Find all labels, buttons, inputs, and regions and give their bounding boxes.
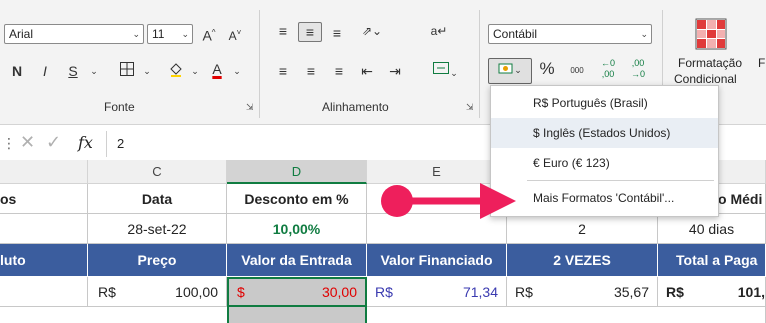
- chevron-down-icon: ⌄: [132, 29, 140, 39]
- align-left-button[interactable]: ≡: [272, 62, 294, 80]
- percent-button[interactable]: %: [536, 60, 558, 78]
- font-group-label: Fonte: [104, 100, 135, 114]
- cell-g3[interactable]: Total a Paga: [658, 244, 766, 277]
- currency-symbol: $: [237, 284, 245, 300]
- font-color-letter: A: [212, 61, 222, 77]
- align-right-button[interactable]: ≡: [328, 62, 350, 80]
- borders-button[interactable]: [112, 61, 142, 81]
- cell-value: 30,00: [321, 284, 357, 300]
- cell-c2[interactable]: 28-set-22: [88, 214, 227, 244]
- cell-c3[interactable]: Preço: [88, 244, 227, 277]
- conditional-formatting-button[interactable]: Formatação Condicional: [674, 18, 748, 88]
- cell-c4[interactable]: R$ 100,00: [88, 277, 227, 307]
- underline-dropdown-icon[interactable]: ⌄: [88, 62, 100, 80]
- cell-value: 100,00: [175, 284, 218, 300]
- alignment-dialog-launcher-icon[interactable]: ⇲: [466, 102, 474, 113]
- accounting-icon: [498, 63, 513, 74]
- cell-b3[interactable]: luto: [0, 244, 88, 277]
- currency-symbol: R$: [515, 284, 533, 300]
- decrease-indent-button[interactable]: ⇤: [356, 62, 378, 80]
- shrink-font-button[interactable]: A˅: [224, 24, 246, 45]
- number-format-value: Contábil: [493, 27, 538, 41]
- cell-b1[interactable]: os: [0, 184, 88, 214]
- cell-d3[interactable]: Valor da Entrada: [227, 244, 367, 277]
- merge-icon: [433, 62, 450, 74]
- cancel-icon[interactable]: ✕: [20, 132, 35, 153]
- cell-b2[interactable]: [0, 214, 88, 244]
- conditional-formatting-label-2: Condicional: [674, 72, 737, 86]
- bold-button[interactable]: N: [8, 62, 26, 80]
- fill-dropdown-icon[interactable]: ⌄: [190, 62, 200, 80]
- font-size-value: 11: [152, 27, 165, 41]
- next-ribbon-button-label[interactable]: F: [758, 56, 765, 70]
- thousands-separator-button[interactable]: 000: [564, 62, 590, 80]
- font-size-select[interactable]: 11 ⌄: [147, 24, 193, 44]
- align-bottom-button[interactable]: ≡: [328, 24, 346, 42]
- formula-value: 2: [117, 136, 125, 151]
- cell-f4[interactable]: R$ 35,67: [507, 277, 658, 307]
- cell-c1[interactable]: Data: [88, 184, 227, 214]
- wrap-text-button[interactable]: a↵: [426, 22, 452, 40]
- number-format-select[interactable]: Contábil ⌄: [488, 24, 652, 44]
- cell-b4[interactable]: [0, 277, 88, 307]
- menu-item-usd[interactable]: $ Inglês (Estados Unidos): [491, 118, 718, 148]
- chevron-down-icon: ⌄: [640, 29, 648, 39]
- font-name-value: Arial: [9, 27, 34, 41]
- increase-indent-button[interactable]: ⇥: [384, 62, 406, 80]
- cell-f3[interactable]: 2 VEZES: [507, 244, 658, 277]
- currency-symbol: R$: [666, 284, 684, 300]
- enter-icon[interactable]: ✓: [46, 132, 61, 153]
- cell-g4[interactable]: R$ 101,: [658, 277, 766, 307]
- menu-item-brl[interactable]: R$ Português (Brasil): [491, 88, 718, 118]
- cell-d2[interactable]: 10,00%: [227, 214, 367, 244]
- menu-separator: [527, 180, 714, 181]
- insert-function-icon[interactable]: fx: [78, 133, 93, 152]
- underline-button[interactable]: S: [64, 62, 82, 80]
- alignment-group-label: Alinhamento: [322, 100, 389, 114]
- cell-d4-selected[interactable]: $ 30,00: [227, 277, 367, 307]
- decrease-decimal-button[interactable]: ,00 →0: [626, 58, 650, 80]
- chevron-down-icon: ⌄: [181, 29, 189, 39]
- currency-symbol: R$: [375, 284, 393, 300]
- font-name-select[interactable]: Arial ⌄: [4, 24, 144, 44]
- formula-bar-grip: ⋮: [2, 135, 16, 151]
- divider: [479, 10, 480, 118]
- font-color-button[interactable]: A: [208, 60, 226, 78]
- cell-d1[interactable]: Desconto em %: [227, 184, 367, 214]
- orientation-button[interactable]: ⇗⌄: [358, 22, 386, 40]
- align-center-button[interactable]: ≡: [300, 62, 322, 80]
- column-header-c[interactable]: C: [88, 160, 227, 184]
- accounting-format-button[interactable]: ⌄: [488, 58, 532, 84]
- conditional-formatting-icon: [695, 18, 727, 50]
- column-header-b[interactable]: [0, 160, 88, 184]
- align-middle-button[interactable]: ≡: [298, 22, 322, 42]
- cell-d5-partial[interactable]: [227, 307, 367, 323]
- cell-g2[interactable]: 40 dias: [658, 214, 766, 244]
- cell-row5-partial[interactable]: [0, 307, 766, 323]
- borders-dropdown-icon[interactable]: ⌄: [142, 62, 152, 80]
- align-top-button[interactable]: ≡: [272, 22, 294, 40]
- paint-bucket-icon: [170, 63, 182, 77]
- currency-symbol: R$: [98, 284, 116, 300]
- annotation-arrow-icon: [381, 183, 516, 219]
- borders-icon: [120, 62, 134, 76]
- cell-value: 101,: [737, 284, 765, 300]
- italic-button[interactable]: I: [36, 62, 54, 80]
- column-header-d[interactable]: D: [227, 160, 367, 184]
- fill-color-button[interactable]: [165, 61, 187, 81]
- cell-value: 71,34: [462, 284, 498, 300]
- cell-e4[interactable]: R$ 71,34: [367, 277, 507, 307]
- grow-font-button[interactable]: A^: [198, 24, 220, 45]
- font-color-dropdown-icon[interactable]: ⌄: [232, 62, 242, 80]
- divider: [259, 10, 260, 118]
- increase-decimal-button[interactable]: ←0,00: [596, 58, 620, 80]
- font-dialog-launcher-icon[interactable]: ⇲: [246, 102, 254, 113]
- cell-e3[interactable]: Valor Financiado: [367, 244, 507, 277]
- merge-center-button[interactable]: ⌄: [428, 60, 462, 82]
- conditional-formatting-label-1: Formatação: [678, 56, 743, 70]
- cell-value: 35,67: [613, 284, 649, 300]
